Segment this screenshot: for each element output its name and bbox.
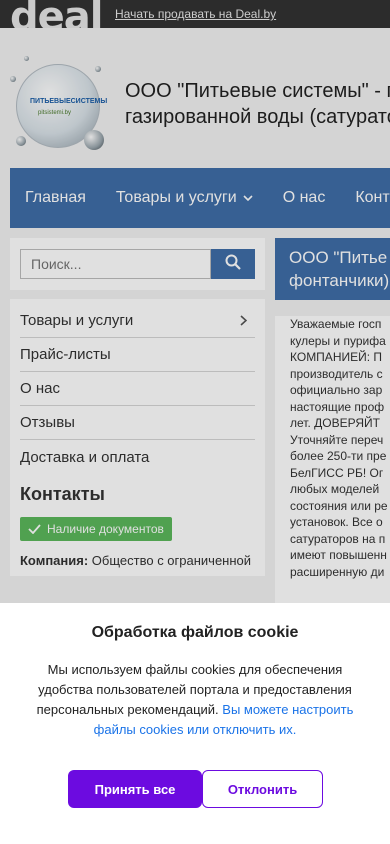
accept-all-button[interactable]: Принять все (68, 770, 202, 808)
cookie-actions: Принять все Отклонить (68, 770, 323, 808)
cookie-consent-dialog: Обработка файлов cookie Мы используем фа… (0, 603, 390, 844)
cookie-title: Обработка файлов cookie (91, 624, 299, 641)
cookie-text: Мы используем файлы cookies для обеспече… (30, 660, 360, 740)
decline-button[interactable]: Отклонить (202, 770, 323, 808)
